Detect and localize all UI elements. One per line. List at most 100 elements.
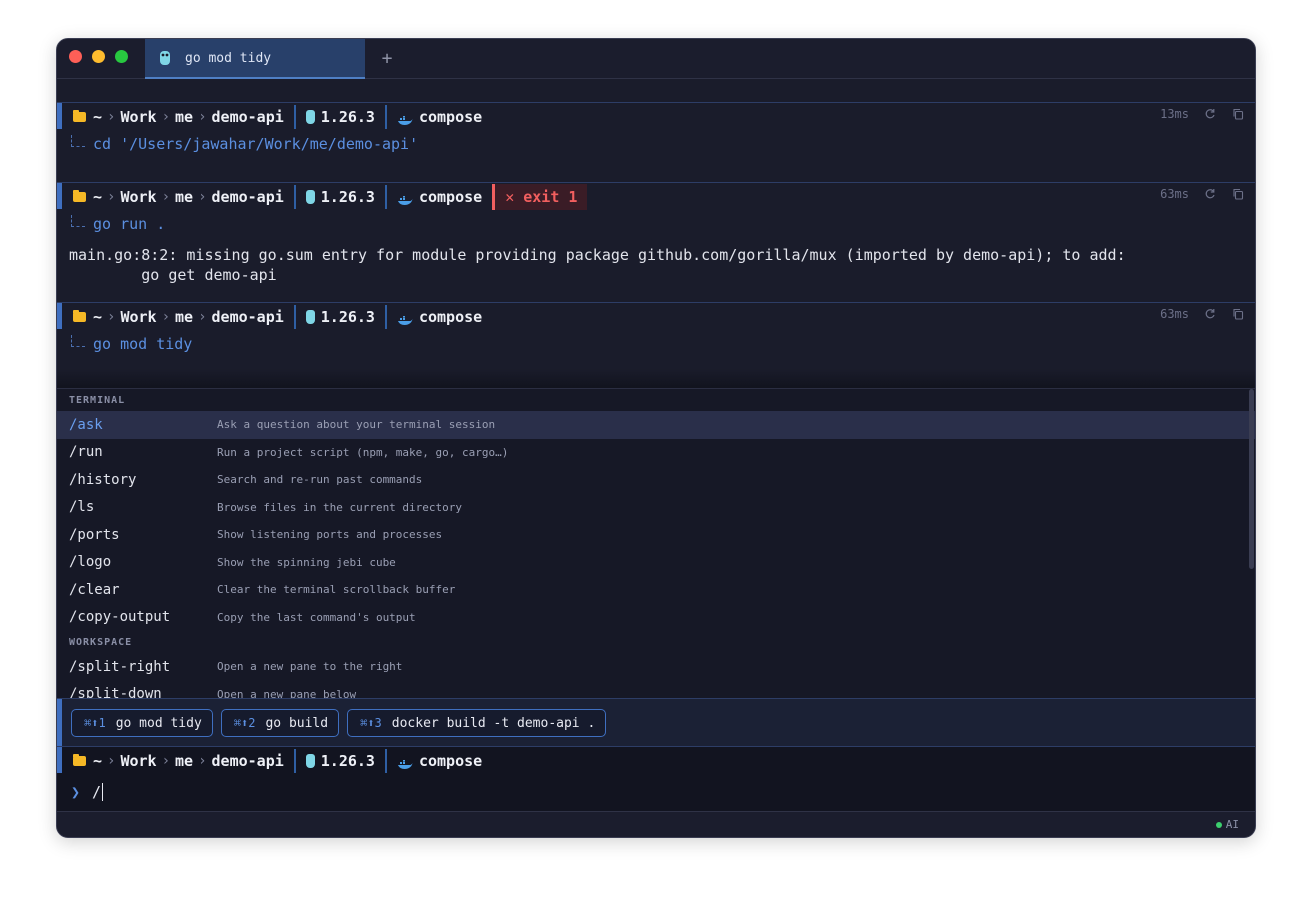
text-cursor (102, 783, 104, 801)
palette-item-description: Run a project script (npm, make, go, car… (217, 445, 509, 459)
path-part[interactable]: me (175, 108, 193, 126)
folder-icon (73, 110, 86, 122)
suggestion-chip[interactable]: ⌘⬆1 go mod tidy (71, 709, 213, 737)
palette-item-description: Show the spinning jebi cube (217, 555, 396, 569)
copy-icon[interactable] (1231, 187, 1245, 201)
palette-item-name: /clear (69, 581, 120, 598)
path-part[interactable]: me (175, 752, 193, 770)
command-line[interactable]: cd '/Users/jawahar/Work/me/demo-api' (71, 133, 418, 155)
palette-item-description: Ask a question about your terminal sessi… (217, 418, 496, 432)
suggestion-chip[interactable]: ⌘⬆3 docker build -t demo-api . (347, 709, 607, 737)
palette-item-name: /ask (69, 416, 103, 433)
status-bar: AI (57, 811, 1255, 837)
path-separator-icon: › (198, 753, 207, 769)
path-part[interactable]: demo-api (212, 752, 284, 770)
path-part[interactable]: me (175, 308, 193, 326)
command-input[interactable]: ❯ / (71, 781, 104, 803)
close-window-button[interactable] (69, 50, 82, 63)
palette-item[interactable]: /split-right Open a new pane to the right (57, 653, 1255, 681)
block-meta: 13ms (1160, 107, 1245, 121)
path-part[interactable]: Work (120, 188, 156, 206)
command-text: go run . (93, 215, 166, 233)
palette-item-description: Open a new pane to the right (217, 660, 403, 674)
palette-item[interactable]: /ls Browse files in the current directory (57, 494, 1255, 522)
command-line[interactable]: go run . (71, 213, 165, 235)
path-part[interactable]: Work (120, 308, 156, 326)
palette-item[interactable]: /history Search and re-run past commands (57, 466, 1255, 494)
copy-icon[interactable] (1231, 307, 1245, 321)
path-separator-icon: › (161, 189, 171, 205)
path-separator-icon: › (198, 189, 207, 205)
title-bar: go mod tidy + (57, 39, 1255, 79)
tab-go-mod-tidy[interactable]: go mod tidy (145, 39, 365, 79)
docker-whale-icon (397, 312, 413, 325)
block-meta: 63ms (1160, 307, 1245, 321)
command-connector-icon (71, 215, 85, 227)
palette-item[interactable]: /ask Ask a question about your terminal s… (57, 411, 1255, 439)
go-icon (159, 50, 171, 66)
path-part[interactable]: Work (120, 752, 156, 770)
ai-status[interactable]: AI (1215, 818, 1239, 831)
palette-item-description: Browse files in the current directory (217, 500, 463, 514)
palette-item[interactable]: /ports Show listening ports and processes (57, 521, 1255, 549)
palette-item[interactable]: /logo Show the spinning jebi cube (57, 549, 1255, 577)
minimize-window-button[interactable] (92, 50, 105, 63)
path-separator-icon: › (107, 753, 116, 769)
path-part[interactable]: me (175, 188, 193, 206)
docker-segment: compose (384, 105, 492, 129)
docker-context: compose (418, 308, 483, 326)
path-separator-icon: › (161, 753, 171, 769)
folder-icon (73, 310, 86, 322)
path-separator-icon: › (107, 109, 116, 125)
go-version-segment: 1.26.3 (293, 305, 385, 329)
palette-item[interactable]: /copy-output Copy the last command's outp… (57, 604, 1255, 632)
palette-item[interactable]: /run Run a project script (npm, make, go,… (57, 439, 1255, 467)
palette-item-name: /run (69, 444, 103, 461)
rerun-icon[interactable] (1203, 107, 1217, 121)
block-accent (57, 303, 62, 329)
exit-status-badge: ✕ exit 1 (492, 184, 588, 210)
rerun-icon[interactable] (1203, 307, 1217, 321)
path-part[interactable]: demo-api (212, 188, 284, 206)
path-home: ~ (93, 752, 103, 770)
block-meta: 63ms (1160, 187, 1245, 201)
command-text: go mod tidy (93, 335, 193, 353)
go-gopher-icon (305, 754, 315, 768)
path-home: ~ (93, 308, 103, 326)
suggestion-accent (57, 699, 62, 747)
input-accent (57, 747, 62, 773)
docker-segment: compose (384, 305, 492, 329)
suggestion-label: docker build -t demo-api . (391, 715, 596, 731)
palette-item-name: /ports (69, 526, 120, 543)
go-gopher-icon (305, 310, 315, 324)
path-separator-icon: › (161, 309, 171, 325)
palette-item-name: /logo (69, 554, 112, 571)
go-version-segment: 1.26.3 (293, 749, 385, 773)
maximize-window-button[interactable] (115, 50, 128, 63)
new-tab-button[interactable]: + (377, 47, 397, 71)
path-segment: ~ › Work › me › demo-api (73, 105, 294, 129)
path-part[interactable]: Work (120, 108, 156, 126)
go-version: 1.26.3 (320, 108, 375, 126)
shortcut-key: ⌘⬆3 (360, 716, 382, 730)
docker-whale-icon (397, 112, 413, 125)
suggestion-bar: ⌘⬆1 go mod tidy ⌘⬆2 go build ⌘⬆3 docker build… (57, 698, 1255, 747)
palette-scrollbar[interactable] (1249, 389, 1254, 569)
command-output: main.go:8:2: missing go.sum entry for mo… (69, 246, 1126, 284)
suggestion-chip[interactable]: ⌘⬆2 go build (220, 709, 340, 737)
command-line[interactable]: go mod tidy (71, 333, 192, 355)
palette-item[interactable]: /split-down Open a new pane below (57, 681, 1255, 698)
duration-label: 63ms (1160, 307, 1189, 321)
palette-item[interactable]: /clear Clear the terminal scrollback buff… (57, 576, 1255, 604)
docker-context: compose (418, 752, 483, 770)
prompt-line: ~ › Work › me › demo-api 1.26.3 compose ✕ exit 1 (73, 184, 588, 210)
input-prompt-line: ~ › Work › me › demo-api 1.26.3 compose (73, 749, 492, 773)
path-part[interactable]: demo-api (212, 108, 284, 126)
path-separator-icon: › (107, 189, 116, 205)
duration-label: 63ms (1160, 187, 1189, 201)
docker-segment: compose (384, 749, 492, 773)
copy-icon[interactable] (1231, 107, 1245, 121)
rerun-icon[interactable] (1203, 187, 1217, 201)
docker-segment: compose (384, 185, 492, 209)
path-part[interactable]: demo-api (212, 308, 284, 326)
